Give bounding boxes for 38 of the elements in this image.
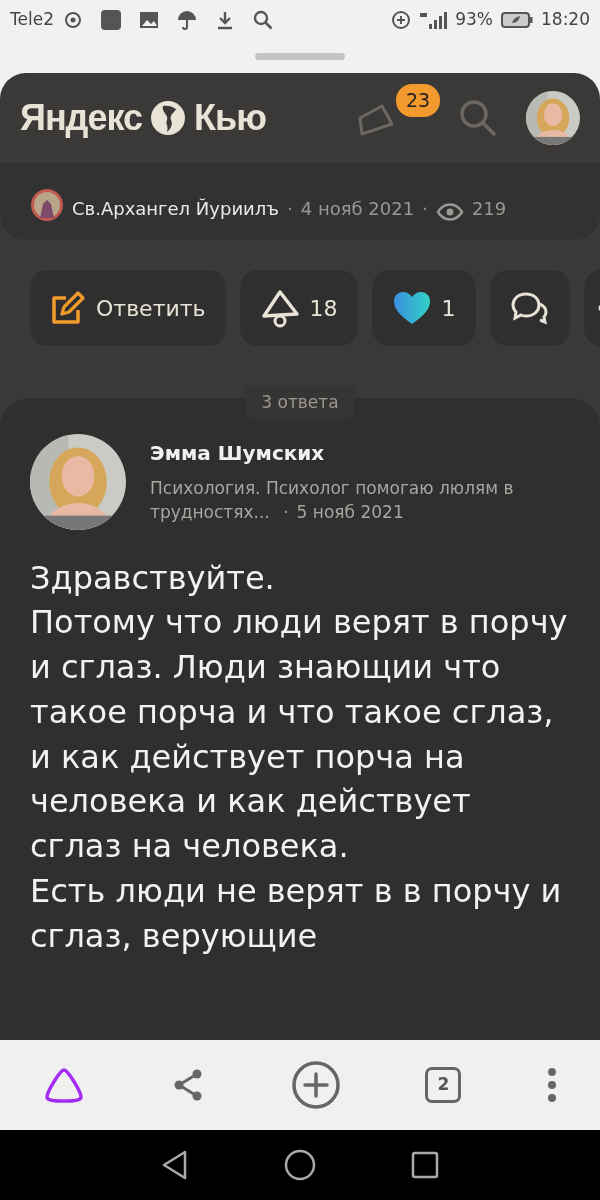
answer-text: Здравствуйте. Потому что люди верят в порчу и сглаз. Люди знающии что такое порча и что такое сглаз, и как действует порча на человека и как действует сглаз на человека. Есть люди не верят в в порчу и сглаз, верующие bbox=[30, 557, 569, 957]
back-icon[interactable] bbox=[161, 1149, 189, 1181]
recents-icon[interactable] bbox=[411, 1151, 439, 1179]
signal-icon bbox=[419, 10, 448, 30]
logo-icon bbox=[150, 100, 187, 136]
reply-button[interactable]: Ответить bbox=[30, 270, 226, 346]
logo-text[interactable]: Кью bbox=[194, 91, 266, 145]
search-icon bbox=[251, 9, 274, 31]
battery-icon bbox=[501, 11, 533, 29]
image-icon bbox=[137, 9, 160, 31]
home-icon[interactable] bbox=[284, 1149, 316, 1181]
notification-count: 23 bbox=[396, 84, 441, 117]
menu-icon[interactable] bbox=[545, 1065, 558, 1105]
upvote-button[interactable]: 18 bbox=[239, 270, 358, 346]
add-tab-icon[interactable] bbox=[290, 1060, 341, 1110]
author-name[interactable]: Св.Архангел Йуриилъ bbox=[72, 195, 279, 222]
app-icon bbox=[99, 9, 122, 31]
post-date: 4 нояб 2021 bbox=[300, 197, 415, 221]
separator-dot: · bbox=[422, 197, 428, 221]
separator-dot: · bbox=[287, 197, 293, 221]
view-count: 219 bbox=[471, 197, 507, 221]
battery-percent: 93% bbox=[455, 8, 493, 32]
author-name[interactable]: Эмма Шумских bbox=[150, 437, 540, 468]
data-saver-icon bbox=[391, 10, 412, 30]
chat-icon bbox=[509, 290, 550, 326]
answers-count[interactable]: 3 ответа bbox=[245, 386, 355, 420]
tabs-button[interactable]: 2 bbox=[425, 1067, 462, 1103]
heart-icon bbox=[391, 290, 432, 326]
logo-text[interactable]: Яндекс bbox=[20, 91, 143, 145]
edit-icon bbox=[50, 290, 86, 326]
like-button[interactable]: 1 bbox=[371, 270, 476, 346]
author-bio-and-date: Психология. Психолог помогаю люлям в трудностях... · 5 нояб 2021 bbox=[150, 476, 515, 525]
umbrella-icon bbox=[175, 9, 198, 31]
drag-handle[interactable] bbox=[255, 53, 345, 60]
clock-time: 18:20 bbox=[541, 8, 590, 32]
comments-button[interactable] bbox=[489, 270, 570, 346]
carrier-name: Tele2 bbox=[10, 8, 54, 32]
eye-icon bbox=[435, 202, 464, 222]
